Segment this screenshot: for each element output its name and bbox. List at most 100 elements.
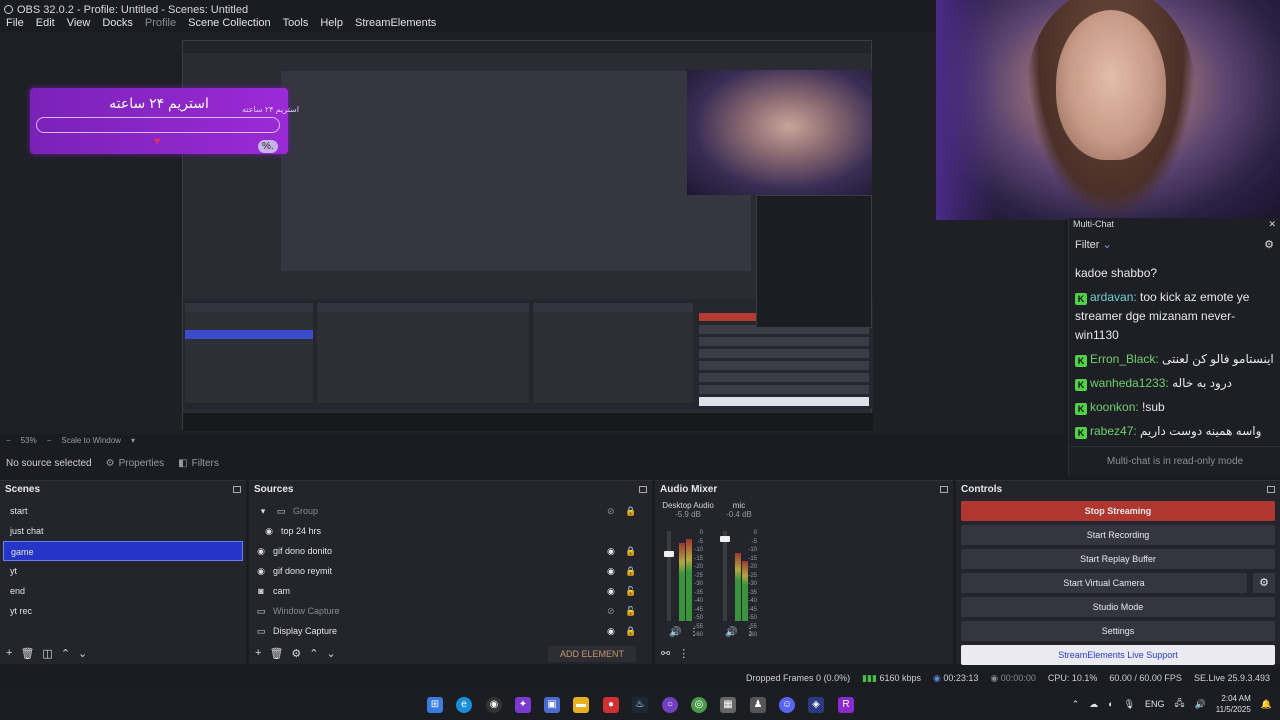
teams-icon[interactable]: ▣ [544, 697, 560, 713]
language-indicator[interactable]: ENG [1145, 699, 1165, 709]
menu-scene-collection[interactable]: Scene Collection [182, 16, 277, 32]
menu-file[interactable]: File [0, 16, 30, 32]
studio-mode-button[interactable]: Studio Mode [961, 597, 1275, 617]
gear-icon[interactable]: ⚙ [291, 647, 301, 660]
steam-icon[interactable]: ♨ [632, 697, 648, 713]
edge-icon[interactable]: e [456, 697, 472, 713]
settings-button[interactable]: Settings [961, 621, 1275, 641]
discord-icon[interactable]: ☺ [779, 697, 795, 713]
volume-icon[interactable]: 🔊 [1195, 699, 1206, 710]
undock-icon[interactable] [1267, 485, 1275, 493]
overlay-progress-bar [36, 117, 280, 133]
windows-start-icon[interactable]: ⊞ [427, 697, 443, 713]
r-app-icon[interactable]: R [838, 697, 854, 713]
chevron-up-icon[interactable]: ⌃ [309, 647, 318, 660]
record-app-icon[interactable]: ● [603, 697, 619, 713]
record-icon: ◉ [990, 672, 999, 683]
start-replay-buffer-button[interactable]: Start Replay Buffer [961, 549, 1275, 569]
menu-edit[interactable]: Edit [30, 16, 61, 32]
source-toolbar: No source selected ⚙ Properties ◧ Filters [0, 450, 1064, 476]
zoom-level: 53% [20, 435, 37, 445]
chevron-down-icon[interactable]: ⌄ [327, 647, 336, 660]
trash-icon[interactable]: 🗑 [269, 647, 283, 660]
filters-button[interactable]: ◧ Filters [178, 458, 219, 469]
undock-icon[interactable] [639, 485, 647, 493]
kebab-menu-icon[interactable]: ⋮ [689, 627, 699, 638]
zoom-out-icon[interactable]: − [6, 436, 11, 445]
undock-icon[interactable] [940, 485, 948, 493]
fader-knob[interactable] [720, 536, 730, 542]
scene-item-selected[interactable]: game [3, 541, 243, 561]
obs-icon[interactable]: ◉ [486, 697, 502, 713]
close-icon[interactable]: ✕ [1268, 219, 1276, 229]
chevron-up-icon[interactable]: ⌃ [61, 647, 70, 660]
cloud-icon[interactable]: ☁ [1089, 699, 1098, 710]
nested-selected-scene [185, 330, 313, 339]
accessibility-icon[interactable]: ♟ [750, 697, 766, 713]
scene-item[interactable]: yt [3, 561, 243, 581]
kebab-menu-icon[interactable]: ⋮ [678, 647, 689, 660]
source-item[interactable]: ▭ Display Capture ◉ 🔒 [249, 621, 652, 641]
properties-button[interactable]: ⚙ Properties [106, 458, 165, 469]
app-tray-icon[interactable]: ◐ [1108, 699, 1113, 709]
add-icon[interactable]: + [255, 647, 261, 659]
menu-profile[interactable]: Profile [139, 16, 182, 32]
add-element-button[interactable]: ADD ELEMENT [547, 646, 636, 662]
menu-tools[interactable]: Tools [277, 16, 315, 32]
browser-icon: ◉ [257, 566, 265, 576]
speaker-icon[interactable]: 🔊 [725, 627, 737, 638]
scene-item[interactable]: start [3, 501, 243, 521]
speaker-icon[interactable]: 🔊 [669, 627, 681, 638]
game-app-icon[interactable]: ◈ [808, 697, 824, 713]
scene-item[interactable]: yt rec [3, 601, 243, 621]
menu-help[interactable]: Help [314, 16, 349, 32]
capture-app-icon[interactable]: ▦ [720, 697, 736, 713]
undock-icon[interactable] [233, 485, 241, 493]
scene-item[interactable]: end [3, 581, 243, 601]
volume-fader[interactable] [723, 531, 727, 621]
source-item[interactable]: ▾ ▭ Group ⊘ 🔒 [249, 501, 652, 521]
folder-icon[interactable]: ▬ [573, 697, 589, 713]
menu-view[interactable]: View [61, 16, 97, 32]
source-item[interactable]: ◉ top 24 hrs [249, 521, 652, 541]
chevron-down-icon[interactable]: ⌄ [78, 647, 87, 660]
stop-streaming-button[interactable]: Stop Streaming [961, 501, 1275, 521]
source-item[interactable]: ◙ cam ◉ 🔓 [249, 581, 652, 601]
multichat-title: Multi-Chat [1073, 219, 1115, 229]
fader-knob[interactable] [664, 551, 674, 557]
source-item[interactable]: ◉ gif dono reymit ◉ 🔒 [249, 561, 652, 581]
streamelements-support-button[interactable]: StreamElements Live Support [961, 645, 1275, 665]
source-item[interactable]: ▭ Window Capture ⊘ 🔓 [249, 601, 652, 621]
filter-dropdown[interactable]: Filter ⌄ [1075, 238, 1112, 251]
menu-streamelements[interactable]: StreamElements [349, 16, 442, 32]
add-icon[interactable]: + [6, 647, 12, 659]
meter-ticks: 0 -5 -10 -15 -20 -25 -30 -35 -40 -45 -50 -55 -60 [748, 530, 757, 638]
menu-docks[interactable]: Docks [96, 16, 139, 32]
chevron-down-icon[interactable]: ▾ [131, 436, 135, 445]
clock[interactable]: 2:04 AM 11/5/2025 [1216, 693, 1251, 715]
volume-fader[interactable] [667, 531, 671, 621]
zoom-in-icon[interactable]: − [47, 436, 52, 445]
copilot-icon[interactable]: ✦ [515, 697, 531, 713]
mic-icon[interactable]: 🎙 [1124, 699, 1135, 710]
network-icon[interactable]: 🖧 [1175, 696, 1185, 712]
chrome-icon[interactable]: ◎ [691, 697, 707, 713]
scale-mode-dropdown[interactable]: Scale to Window [61, 436, 121, 445]
scene-item[interactable]: just chat [3, 521, 243, 541]
trash-icon[interactable]: 🗑 [20, 647, 34, 660]
kebab-menu-icon[interactable]: ⋮ [745, 627, 755, 638]
channel-name: mic [732, 501, 746, 510]
filter-icon[interactable]: ◫ [42, 647, 52, 660]
chevron-up-icon[interactable]: ⌃ [1072, 699, 1080, 710]
twitch-studio-icon[interactable]: ○ [662, 697, 678, 713]
stream-goal-overlay: استریم ۲۴ ساعته %. ♥ [30, 88, 288, 154]
gear-icon[interactable]: ⚙ [1264, 238, 1274, 251]
notification-icon[interactable]: 🔔 [1261, 699, 1272, 710]
eye-hidden-icon: ⊘ [607, 506, 615, 516]
start-recording-button[interactable]: Start Recording [961, 525, 1275, 545]
source-item[interactable]: ◉ gif dono donito ◉ 🔒 [249, 541, 652, 561]
gear-icon[interactable]: ⚙ [1253, 573, 1275, 593]
link-icon[interactable]: ⚯ [661, 647, 670, 660]
start-virtual-camera-button[interactable]: Start Virtual Camera ⚙ [961, 573, 1275, 593]
preview-canvas[interactable]: استریم ۲۴ ساعته %. ♥ استریم ۲۴ ساعته [0, 32, 1064, 434]
